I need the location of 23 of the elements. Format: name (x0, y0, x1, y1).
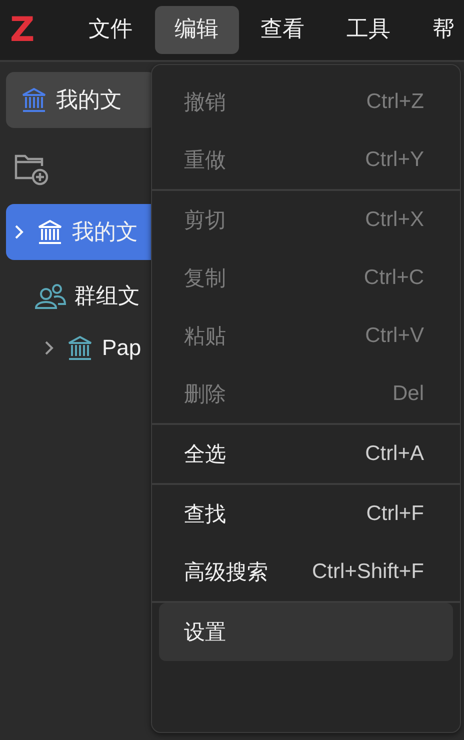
shortcut-label: Ctrl+Y (365, 148, 424, 172)
menu-item-label: 高级搜索 (184, 560, 268, 586)
library-label: 我的文 (56, 86, 122, 114)
shortcut-label: Ctrl+A (365, 442, 424, 466)
tree-label: 我的文 (72, 218, 138, 246)
menu-item-label: 剪切 (184, 208, 226, 234)
shortcut-label: Ctrl+Z (366, 90, 424, 114)
menu-item-label: 全选 (184, 442, 226, 468)
menu-item-label: 撤销 (184, 90, 226, 116)
menu-item-label: 删除 (184, 382, 226, 408)
shortcut-label: Ctrl+V (365, 324, 424, 348)
tree-label: Pap (102, 335, 142, 361)
shortcut-label: Ctrl+Shift+F (312, 560, 424, 584)
shortcut-label: Ctrl+X (365, 208, 424, 232)
shortcut-label: Ctrl+C (364, 266, 424, 290)
menu-item-label: 重做 (184, 148, 226, 174)
shortcut-label: Del (392, 382, 424, 406)
menu-item-label: 查找 (184, 502, 226, 528)
menu-item-label: 设置 (184, 620, 226, 646)
menu-item-label: 粘贴 (184, 324, 226, 350)
tree-label: 群组文 (74, 282, 140, 310)
menu-item-label: 复制 (184, 266, 226, 292)
shortcut-label: Ctrl+F (366, 502, 424, 526)
